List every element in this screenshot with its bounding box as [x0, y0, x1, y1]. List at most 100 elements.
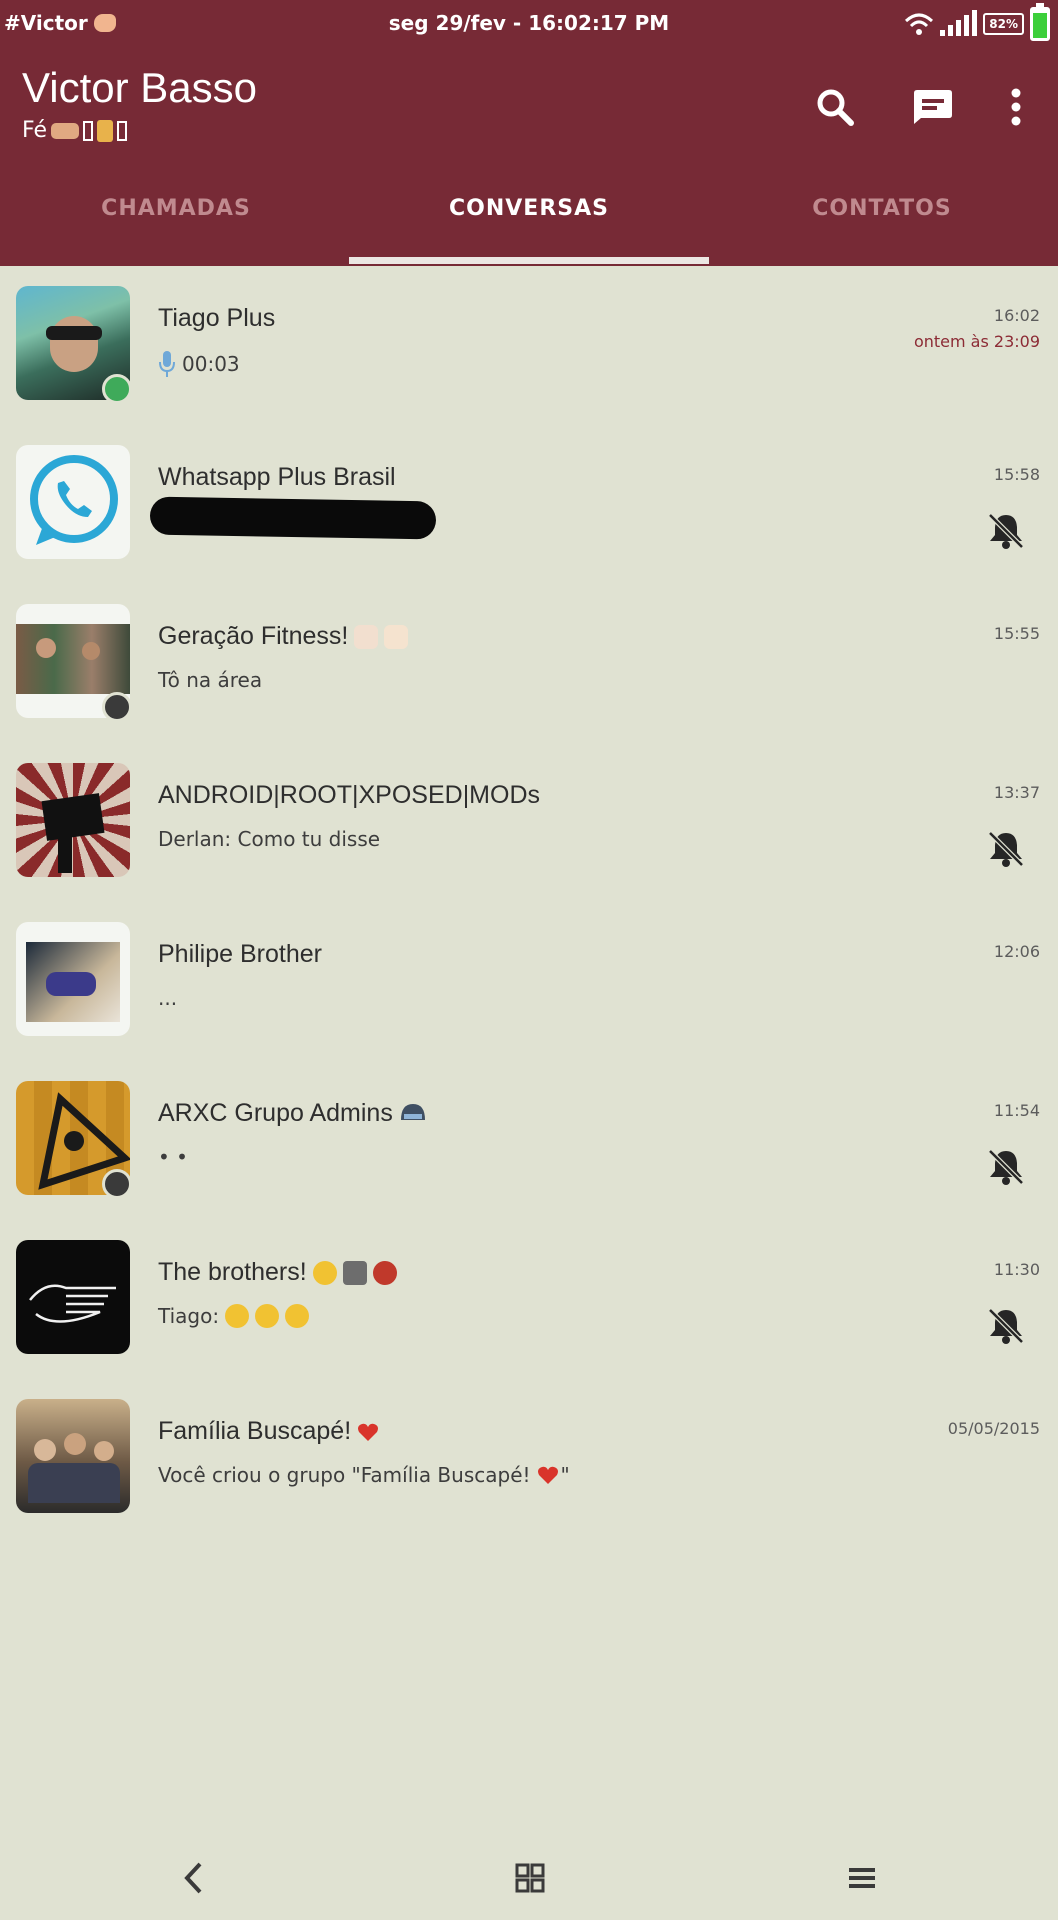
laughing-emoji-icon [255, 1304, 280, 1328]
chat-time: 15:55 [993, 624, 1040, 643]
chat-row-tiago-plus[interactable]: Tiago Plus 00:03 16:02 ontem às 23:09 [0, 266, 1058, 424]
new-chat-button[interactable] [906, 80, 960, 134]
chat-row-android-root-xposed-mods[interactable]: ANDROID|ROOT|XPOSED|MODs Derlan: Como tu… [0, 743, 1058, 901]
chat-name-text: ARXC Grupo Admins [158, 1099, 393, 1127]
chat-name: Tiago Plus [158, 304, 276, 332]
app-bar: #Victor seg 29/fev - 16:02:17 PM 82% Vic… [0, 0, 1058, 266]
chat-avatar [16, 286, 132, 404]
laughing-emoji-icon [225, 1304, 250, 1328]
chat-preview: Tiago: [158, 1304, 310, 1328]
battery-icon [1030, 3, 1050, 41]
battery-percent: 82% [983, 13, 1024, 35]
voice-duration: 00:03 [182, 352, 240, 376]
chat-row-whatsapp-plus-brasil[interactable]: Whatsapp Plus Brasil 15:58 [0, 425, 1058, 583]
nav-menu-button[interactable] [832, 1848, 892, 1908]
chat-time: 11:30 [993, 1260, 1040, 1279]
tab-conversas[interactable]: CONVERSAS [353, 196, 705, 240]
chat-time: 13:37 [993, 783, 1040, 802]
search-button[interactable] [808, 80, 862, 134]
chat-time: 11:54 [993, 1101, 1040, 1120]
chat-avatar [16, 1399, 130, 1513]
unknown-glyph-icon [83, 120, 93, 141]
helmet-emoji-icon [400, 1103, 425, 1120]
chat-row-geracao-fitness[interactable]: Geração Fitness! Tô na área 15:55 [0, 584, 1058, 742]
chat-name: Whatsapp Plus Brasil [158, 463, 396, 491]
chat-preview-text: Você criou o grupo "Família Buscapé! [158, 1463, 531, 1487]
home-grid-icon [515, 1863, 545, 1893]
chat-avatar [16, 922, 130, 1036]
chat-row-familia-buscape[interactable]: Família Buscapé! Você criou o grupo "Fam… [0, 1379, 1058, 1537]
overflow-menu-button[interactable] [996, 80, 1036, 134]
chat-preview-end: " [560, 1463, 570, 1487]
status-datetime: seg 29/fev - 16:02:17 PM [388, 11, 670, 35]
profile-name: Victor Basso [22, 64, 257, 111]
heart-icon [358, 1423, 379, 1441]
tab-contatos[interactable]: CONTATOS [706, 196, 1058, 240]
overflow-menu-icon [1011, 88, 1021, 126]
chat-preview: 00:03 [158, 350, 240, 378]
online-status-icon [102, 374, 132, 404]
laughing-emoji-icon [285, 1304, 310, 1328]
chat-time: 05/05/2015 [947, 1419, 1040, 1438]
last-seen-time: ontem às 23:09 [913, 332, 1040, 351]
new-chat-icon [914, 90, 952, 124]
status-bar: #Victor seg 29/fev - 16:02:17 PM 82% [0, 0, 1058, 48]
dumbbell-emoji-icon [51, 122, 79, 139]
chat-preview: Derlan: Como tu disse [158, 827, 381, 851]
eighteen-plus-emoji-icon [372, 1260, 397, 1285]
chat-time: 15:58 [993, 465, 1040, 484]
chat-row-arxc-grupo-admins[interactable]: ARXC Grupo Admins • • 11:54 [0, 1061, 1058, 1219]
heart-icon [537, 1466, 558, 1484]
wifi-icon [905, 13, 934, 35]
active-tab-indicator [349, 257, 709, 264]
chat-preview: • • [158, 1145, 188, 1169]
bell-off-icon [988, 831, 1024, 867]
back-icon [184, 1862, 202, 1894]
search-icon [817, 89, 854, 126]
cool-emoji-icon [312, 1260, 337, 1285]
profile-status: Fé [22, 118, 127, 143]
chat-preview: ... [158, 986, 178, 1010]
chat-name: The brothers! [158, 1258, 397, 1287]
navigation-bar [0, 1828, 1058, 1920]
nav-home-button[interactable] [500, 1848, 560, 1908]
chat-name: Família Buscapé! [158, 1417, 379, 1446]
chat-avatar [16, 604, 132, 722]
menu-lines-icon [849, 1868, 875, 1888]
chat-row-philipe-brother[interactable]: Philipe Brother ... 12:06 [0, 902, 1058, 1060]
chat-time: 16:02 [993, 306, 1040, 325]
chat-time: 12:06 [993, 942, 1040, 961]
unknown-glyph-icon [117, 120, 127, 141]
muscle-emoji-icon [384, 624, 409, 649]
chat-name: Philipe Brother [158, 940, 322, 968]
chat-name-text: Geração Fitness! [158, 622, 349, 650]
people-emoji-icon [342, 1260, 367, 1285]
hand-sketch-icon [29, 1284, 116, 1323]
chat-avatar [16, 1240, 130, 1354]
chat-name: ANDROID|ROOT|XPOSED|MODs [158, 781, 541, 809]
whatsapp-logo-icon [30, 455, 118, 545]
tab-chamadas[interactable]: CHAMADAS [0, 196, 352, 240]
status-icon [102, 1169, 132, 1199]
bell-off-icon [988, 1308, 1024, 1344]
muscle-emoji-icon [354, 624, 379, 649]
status-indicators: 82% [904, 3, 1050, 41]
chat-avatar [16, 1081, 132, 1199]
chat-row-the-brothers[interactable]: The brothers! Tiago: 11:30 [0, 1220, 1058, 1378]
chat-avatar [16, 445, 130, 559]
nav-back-button[interactable] [164, 1848, 224, 1908]
chat-preview: Tô na área [158, 668, 263, 692]
chat-name: ARXC Grupo Admins [158, 1099, 427, 1128]
bell-off-icon [988, 513, 1024, 549]
person-emoji-icon [97, 119, 113, 142]
redaction-scribble [149, 496, 437, 540]
chat-avatar [16, 763, 130, 877]
profile-status-text: Fé [22, 118, 47, 143]
microphone-icon [159, 351, 175, 377]
chat-name-text: Família Buscapé! [158, 1417, 352, 1445]
chat-preview-text: Tiago: [158, 1304, 220, 1328]
chat-name: Geração Fitness! [158, 622, 409, 651]
status-icon [102, 692, 132, 722]
chat-name-text: The brothers! [158, 1258, 307, 1286]
bell-off-icon [988, 1149, 1024, 1185]
